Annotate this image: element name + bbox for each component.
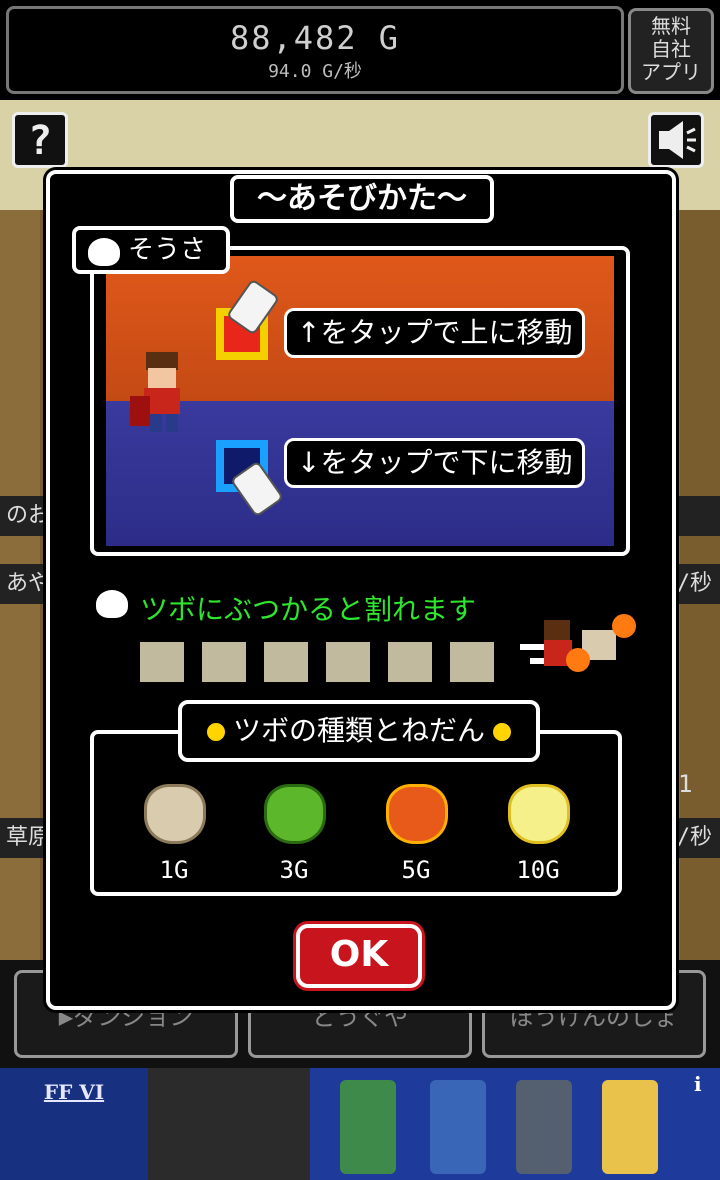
free-app-button[interactable]: 無料 自社 アプリ	[628, 8, 714, 94]
row-label: 草原	[6, 825, 51, 850]
gold-display: 88,482 G 94.0 G/秒	[6, 6, 624, 94]
ad-logo-text: FF VI	[43, 1080, 105, 1104]
gold-rate: 94.0 G/秒	[268, 61, 362, 82]
ad-screenshot	[148, 1068, 310, 1180]
yellow-dot-icon	[493, 723, 511, 741]
ok-button[interactable]: OK	[296, 924, 422, 988]
dialog-title: ～あそびかた～	[230, 175, 494, 223]
hero-breaking-pot-icon	[520, 614, 636, 672]
broken-pots-row	[140, 642, 510, 682]
pot-gold-icon	[508, 784, 570, 844]
sound-button[interactable]	[648, 112, 704, 168]
pot-green-icon	[264, 784, 326, 844]
row-label: のお	[6, 503, 51, 528]
controls-label-text: そうさ	[128, 235, 207, 265]
ad-character	[516, 1080, 572, 1174]
pot-price: 3G	[279, 856, 309, 884]
pot-bullet-icon	[96, 590, 128, 618]
crack-pot-text: ツボにぶつかると割れます	[140, 593, 477, 626]
ad-info-icon[interactable]: i	[694, 1072, 716, 1096]
ad-character	[430, 1080, 486, 1174]
row-counter: 1	[678, 770, 693, 798]
hero-sprite-icon	[130, 352, 180, 432]
row-rate: /秒	[676, 571, 712, 596]
instruction-up: ↑をタップで上に移動	[284, 308, 586, 358]
ad-character	[602, 1080, 658, 1174]
help-button[interactable]: ?	[12, 112, 68, 168]
speaker-icon	[659, 121, 696, 159]
pot-types-label-text: ツボの種類とねだん	[232, 714, 485, 747]
controls-label: そうさ	[72, 226, 230, 274]
ad-logo[interactable]: FF VI	[0, 1068, 148, 1180]
yellow-dot-icon	[206, 723, 225, 741]
pot-orange-icon	[386, 784, 448, 844]
instruction-down: ↓をタップで下に移動	[284, 438, 586, 488]
row-rate: /秒	[676, 825, 712, 850]
pot-price: 10G	[516, 856, 560, 884]
ad-character	[340, 1080, 396, 1174]
gold-total: 88,482 G	[229, 19, 401, 57]
row-label: あや	[6, 571, 51, 596]
pot-price: 1G	[159, 856, 189, 884]
pot-price: 5G	[401, 856, 431, 884]
pot-bullet-icon	[88, 238, 120, 266]
pot-clay-icon	[144, 784, 206, 844]
pot-types-label: ツボの種類とねだん	[178, 700, 540, 762]
